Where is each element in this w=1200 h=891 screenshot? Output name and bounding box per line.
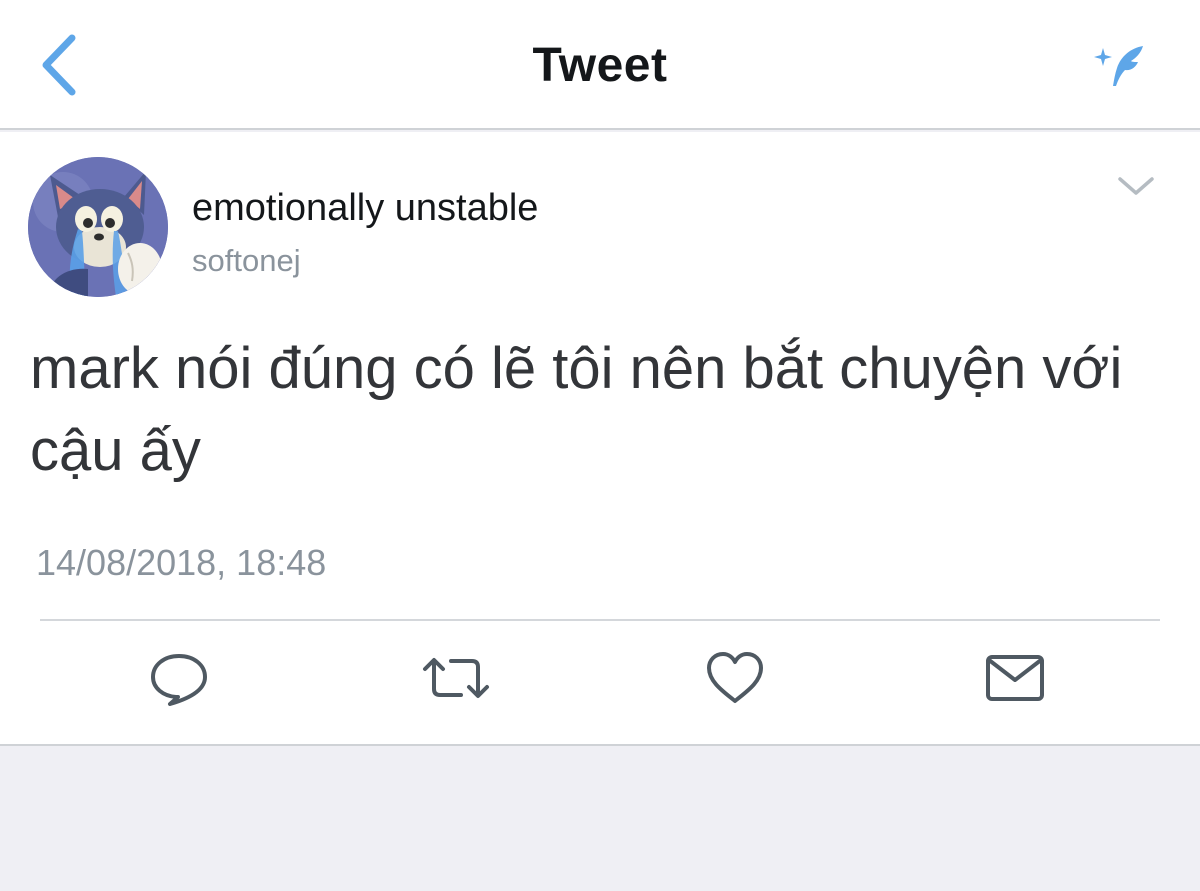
- like-button[interactable]: [700, 643, 770, 713]
- retweet-button[interactable]: [421, 643, 491, 713]
- tweet-actions-bar: [0, 621, 1200, 744]
- direct-message-button[interactable]: [980, 643, 1050, 713]
- envelope-icon: [986, 655, 1044, 701]
- compose-tweet-button[interactable]: [1088, 36, 1152, 96]
- page-title: Tweet: [532, 39, 668, 92]
- tweet-timestamp: 14/08/2018, 18:48: [36, 542, 327, 583]
- compose-tweet-icon: [1094, 46, 1143, 86]
- chevron-down-icon: [1118, 177, 1154, 195]
- retweet-icon: [423, 658, 489, 698]
- reply-button[interactable]: [144, 643, 214, 713]
- tweet-menu-button[interactable]: [1112, 168, 1160, 204]
- tweet-card: emotionally unstable softonej mark nói đ…: [0, 132, 1200, 746]
- avatar[interactable]: [28, 157, 168, 297]
- cartoon-cat-crying-avatar: [28, 157, 168, 297]
- heart-icon: [707, 652, 763, 703]
- tweet-text: mark nói đúng có lẽ tôi nên bắt chuyện v…: [30, 336, 1123, 483]
- author-display-name[interactable]: emotionally unstable: [192, 187, 538, 230]
- reply-icon: [151, 654, 207, 706]
- author-handle[interactable]: softonej: [192, 243, 301, 279]
- navigation-bar: Tweet: [0, 0, 1200, 130]
- tweet-detail-screen: Tweet emotionally unstable softonej mark…: [0, 0, 1200, 891]
